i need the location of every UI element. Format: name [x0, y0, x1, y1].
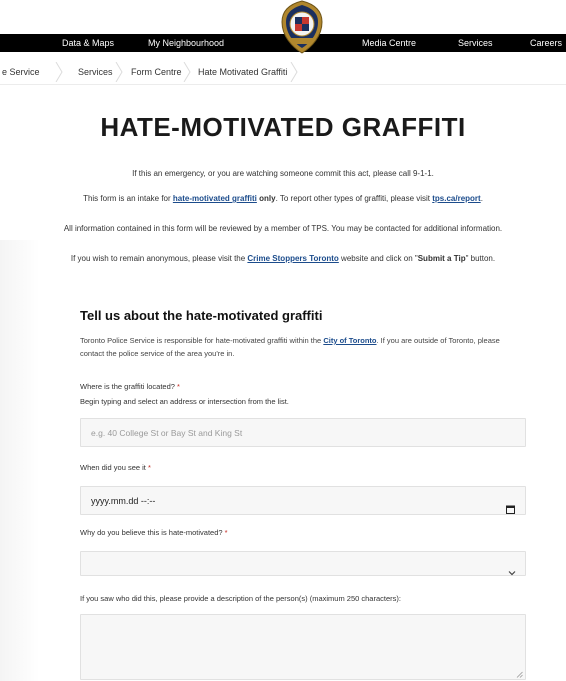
section-desc-text: Toronto Police Service is responsible fo…: [80, 336, 324, 345]
city-of-toronto-link[interactable]: City of Toronto: [323, 336, 376, 345]
date-value: yyyy.mm.dd --:--: [91, 496, 156, 506]
location-label-text: Where is the graffiti located?: [80, 382, 175, 391]
nav-item-careers[interactable]: Careers: [530, 34, 562, 52]
date-label: When did you see it *: [80, 463, 151, 472]
resize-handle-icon[interactable]: [516, 670, 523, 678]
location-hint: Begin typing and select an address or in…: [80, 397, 289, 406]
breadcrumb-separator: [115, 62, 123, 82]
nav-item-data-maps[interactable]: Data & Maps: [62, 34, 114, 52]
intake-text: This form is an intake for: [83, 194, 173, 203]
breadcrumb-item-current: Hate Motivated Graffiti: [198, 67, 288, 77]
toronto-police-crest-icon[interactable]: [280, 0, 324, 54]
breadcrumb-separator: [183, 62, 191, 82]
reason-label: Why do you believe this is hate-motivate…: [80, 528, 228, 537]
reason-select[interactable]: [80, 551, 526, 576]
submit-tip-text: Submit a Tip: [417, 254, 466, 263]
required-marker: *: [147, 463, 151, 472]
anonymous-notice: If you wish to remain anonymous, please …: [0, 254, 566, 263]
date-input[interactable]: yyyy.mm.dd --:--: [80, 486, 526, 515]
hate-motivated-graffiti-link[interactable]: hate-motivated graffiti: [173, 194, 257, 203]
breadcrumb-item-form-centre[interactable]: Form Centre: [131, 60, 182, 84]
reason-label-text: Why do you believe this is hate-motivate…: [80, 528, 223, 537]
breadcrumb-separator: [290, 62, 298, 82]
page-title: HATE-MOTIVATED GRAFFITI: [100, 112, 466, 142]
location-placeholder: e.g. 40 College St or Bay St and King St: [91, 428, 243, 438]
nav-item-services[interactable]: Services: [458, 34, 493, 52]
nav-item-media-centre[interactable]: Media Centre: [362, 34, 416, 52]
breadcrumb: e Service Services Form Centre Hate Moti…: [0, 60, 566, 85]
required-marker: *: [177, 382, 180, 391]
anon-text-middle: website and click on ": [338, 254, 418, 263]
required-marker: *: [224, 528, 228, 537]
breadcrumb-item-services[interactable]: Services: [78, 60, 113, 84]
breadcrumb-item-police-service[interactable]: e Service: [2, 60, 40, 84]
tps-report-link[interactable]: tps.ca/report: [432, 194, 480, 203]
date-label-text: When did you see it: [80, 463, 146, 472]
description-textarea[interactable]: [80, 614, 526, 680]
chevron-down-icon: [508, 562, 516, 576]
crime-stoppers-link[interactable]: Crime Stoppers Toronto: [247, 254, 338, 263]
breadcrumb-separator: [55, 62, 63, 82]
page-shadow: [0, 240, 40, 681]
intake-text-end: .: [480, 194, 483, 203]
calendar-icon[interactable]: [506, 497, 515, 514]
location-input[interactable]: e.g. 40 College St or Bay St and King St: [80, 418, 526, 447]
emergency-notice: If this an emergency, or you are watchin…: [132, 169, 434, 178]
description-label: If you saw who did this, please provide …: [80, 594, 401, 603]
section-description: Toronto Police Service is responsible fo…: [80, 334, 520, 360]
anon-text-after: " button.: [465, 254, 496, 263]
intake-text-after: . To report other types of graffiti, ple…: [275, 194, 433, 203]
nav-item-my-neighbourhood[interactable]: My Neighbourhood: [148, 34, 224, 52]
intake-notice: This form is an intake for hate-motivate…: [0, 194, 566, 203]
review-notice: All information contained in this form w…: [63, 224, 503, 233]
section-title: Tell us about the hate-motivated graffit…: [80, 308, 323, 323]
location-label: Where is the graffiti located? *: [80, 382, 180, 391]
anon-text: If you wish to remain anonymous, please …: [70, 254, 248, 263]
intake-only-text: only: [256, 194, 276, 203]
